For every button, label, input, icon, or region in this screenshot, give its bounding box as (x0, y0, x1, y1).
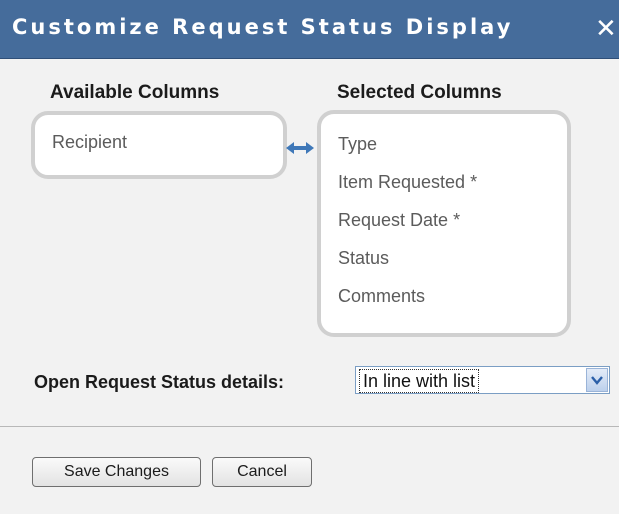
customize-request-status-dialog: Customize Request Status Display ✕ Avail… (0, 0, 619, 514)
available-column-item[interactable]: Recipient (52, 132, 127, 153)
dialog-titlebar: Customize Request Status Display ✕ (0, 0, 619, 59)
selected-column-item[interactable]: Request Date * (338, 210, 460, 231)
double-arrow-icon[interactable] (284, 140, 316, 156)
selected-column-item[interactable]: Comments (338, 286, 425, 307)
save-changes-button[interactable]: Save Changes (32, 457, 201, 487)
cancel-button[interactable]: Cancel (212, 457, 312, 487)
selected-column-item[interactable]: Status (338, 248, 389, 269)
open-details-label: Open Request Status details: (34, 372, 285, 392)
available-columns-list[interactable]: Recipient (31, 111, 287, 179)
available-columns-heading: Available Columns (50, 82, 220, 103)
selected-column-item[interactable]: Item Requested * (338, 172, 477, 193)
dialog-title: Customize Request Status Display (12, 15, 514, 39)
selected-columns-heading: Selected Columns (337, 82, 502, 103)
selected-column-item[interactable]: Type (338, 134, 377, 155)
footer-divider (0, 426, 619, 427)
chevron-down-icon[interactable] (586, 368, 608, 392)
close-icon[interactable]: ✕ (595, 13, 619, 45)
open-details-select-value: In line with list (359, 369, 480, 393)
open-details-select[interactable]: In line with list (355, 366, 610, 394)
selected-columns-list[interactable]: Type Item Requested * Request Date * Sta… (317, 110, 571, 337)
